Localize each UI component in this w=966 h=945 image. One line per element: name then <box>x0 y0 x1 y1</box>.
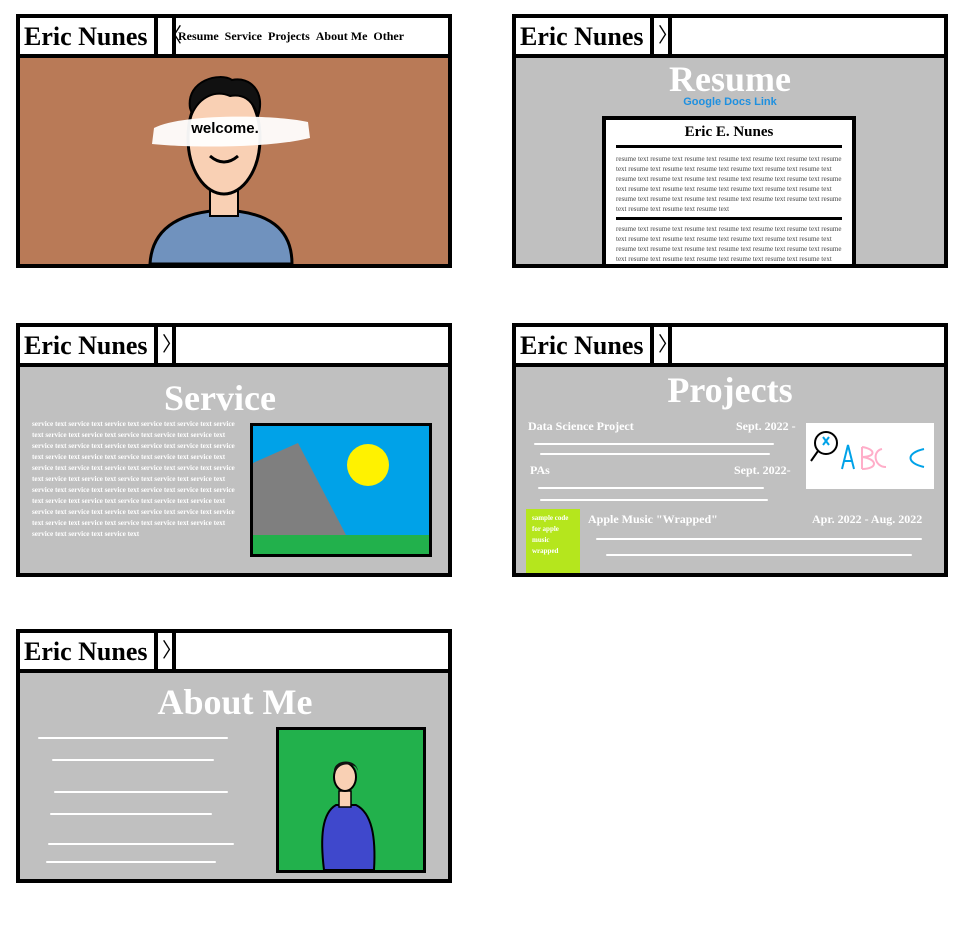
site-logo[interactable]: Eric Nunes <box>20 18 158 54</box>
site-header: Eric Nunes 〉 <box>516 18 944 58</box>
page-title: Resume <box>669 59 791 99</box>
sample-code-text: sample code for apple music wrapped <box>532 514 569 555</box>
site-logo[interactable]: Eric Nunes <box>516 327 654 363</box>
description-line <box>52 759 214 761</box>
description-line <box>38 737 228 739</box>
service-content: Service service text service text servic… <box>20 367 448 573</box>
home-hero: welcome. <box>20 58 448 264</box>
landscape-image <box>250 423 432 557</box>
project-name: PAs <box>530 463 550 477</box>
project-name: Apple Music "Wrapped" <box>588 512 718 526</box>
description-line <box>540 453 770 455</box>
about-portrait-image <box>276 727 426 873</box>
nav-item-service[interactable]: Service <box>225 29 262 44</box>
description-line <box>534 443 774 445</box>
resume-text-block: resume text resume text resume text resu… <box>616 225 842 263</box>
site-header: Eric Nunes 〉 <box>516 327 944 367</box>
resume-document: Eric E. Nunes resume text resume text re… <box>602 116 856 264</box>
projects-content: Projects Data Science Project Sept. 2022… <box>516 367 944 573</box>
nav-toggle-arrow[interactable]: 〉 <box>658 18 678 54</box>
description-line <box>50 813 212 815</box>
description-line <box>606 554 912 556</box>
page-title: About Me <box>157 682 313 722</box>
resume-panel: Eric Nunes 〉 Resume Google Docs Link Eri… <box>512 14 948 268</box>
nav-item-projects[interactable]: Projects <box>268 29 310 44</box>
resume-content: Resume Google Docs Link Eric E. Nunes re… <box>516 58 944 264</box>
projects-panel: Eric Nunes 〉 Projects Data Science Proje… <box>512 323 948 577</box>
description-line <box>54 791 228 793</box>
nav-toggle-arrow[interactable]: 〉 <box>162 327 182 363</box>
project-name: Data Science Project <box>528 419 634 433</box>
divider <box>616 145 842 148</box>
site-logo[interactable]: Eric Nunes <box>20 633 158 669</box>
service-text: service text service text service text s… <box>32 420 235 538</box>
site-logo[interactable]: Eric Nunes <box>20 327 158 363</box>
nav-toggle-arrow[interactable]: 〈 <box>162 18 182 54</box>
divider <box>616 217 842 220</box>
site-header: Eric Nunes 〉 <box>20 633 448 673</box>
project-date: Apr. 2022 - Aug. 2022 <box>812 512 923 526</box>
google-docs-link[interactable]: Google Docs Link <box>516 96 944 108</box>
description-line <box>596 538 922 540</box>
site-header: Eric Nunes 〈 Resume Service Projects Abo… <box>20 18 448 58</box>
description-line <box>46 861 216 863</box>
resume-name: Eric E. Nunes <box>684 124 774 140</box>
self-portrait-illustration <box>148 76 310 264</box>
site-header: Eric Nunes 〉 <box>20 327 448 367</box>
abc-logo-image <box>806 423 934 489</box>
project-date: Sept. 2022- <box>734 463 791 477</box>
nav-toggle-arrow[interactable]: 〉 <box>658 327 678 363</box>
description-line <box>540 499 768 501</box>
resume-text-block: resume text resume text resume text resu… <box>616 155 842 213</box>
nav-toggle-arrow[interactable]: 〉 <box>162 633 182 669</box>
project-date: Sept. 2022 - <box>736 419 796 433</box>
page-title: Projects <box>667 370 793 410</box>
about-content: About Me <box>20 673 448 879</box>
nav-item-resume[interactable]: Resume <box>178 29 219 44</box>
description-line <box>538 487 764 489</box>
nav-item-about-me[interactable]: About Me <box>316 29 368 44</box>
service-panel: Eric Nunes 〉 Service service text servic… <box>16 323 452 577</box>
sample-code-box[interactable]: sample code for apple music wrapped <box>526 509 580 573</box>
description-line <box>48 843 234 845</box>
nav-item-other[interactable]: Other <box>373 29 404 44</box>
page-title: Service <box>164 378 276 418</box>
welcome-text: welcome. <box>191 120 259 137</box>
nav-menu: Resume Service Projects About Me Other <box>176 18 404 54</box>
home-panel: Eric Nunes 〈 Resume Service Projects Abo… <box>16 14 452 268</box>
site-logo[interactable]: Eric Nunes <box>516 18 654 54</box>
about-panel: Eric Nunes 〉 About Me <box>16 629 452 883</box>
